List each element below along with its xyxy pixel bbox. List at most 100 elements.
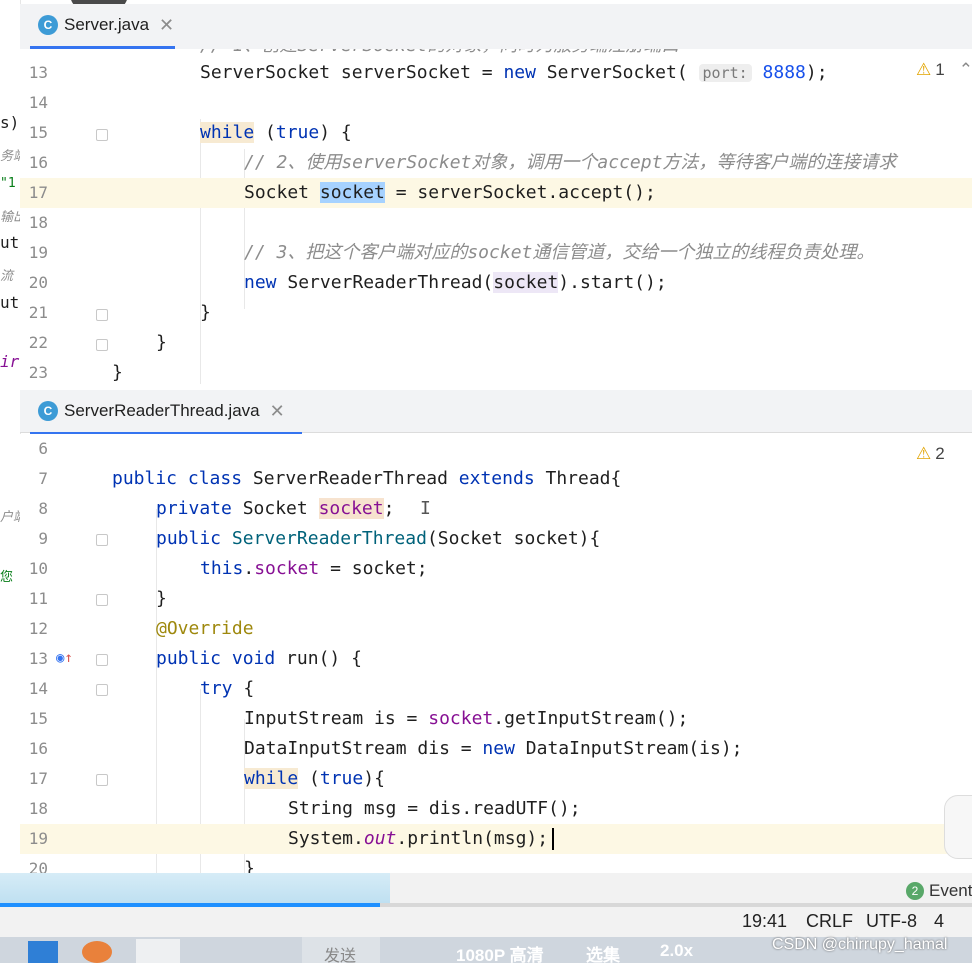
left-fragment: 务端 <box>0 149 20 164</box>
code-line: 14 try { <box>20 674 972 704</box>
code-line: 9 public ServerReaderThread(Socket socke… <box>20 524 972 554</box>
line-number: 6 <box>38 439 48 458</box>
tab-server-reader-thread-java[interactable]: C ServerReaderThread.java ✕ <box>30 390 302 435</box>
code-text: run() { <box>275 648 362 669</box>
param-hint: port: <box>698 64 752 82</box>
line-number: 16 <box>28 739 48 758</box>
line-number: 16 <box>28 153 48 172</box>
send-button[interactable]: 发送 <box>302 937 380 965</box>
code-text: } <box>156 588 167 609</box>
fold-marker[interactable] <box>96 534 108 546</box>
code-text: socket <box>493 272 559 293</box>
code-text: DataInputStream(is); <box>514 738 743 759</box>
field: socket <box>254 558 320 579</box>
code-text: .println(msg); <box>396 828 549 849</box>
line-number: 10 <box>28 559 48 578</box>
code-text: .getInputStream(); <box>493 708 689 729</box>
fold-marker[interactable] <box>96 594 108 606</box>
tab-server-java[interactable]: C Server.java ✕ <box>30 4 182 49</box>
line-separator[interactable]: CRLF <box>806 911 853 932</box>
line-number: 20 <box>28 859 48 873</box>
caret-position[interactable]: 19:41 <box>742 911 787 932</box>
episodes-button[interactable]: 选集 <box>586 941 620 966</box>
fold-marker[interactable] <box>96 309 108 321</box>
line-number: 22 <box>28 333 48 352</box>
file-encoding[interactable]: UTF-8 <box>866 911 917 932</box>
bottom-code-editor[interactable]: 6 ⚠ 2 7 public class ServerReaderThread e… <box>20 434 972 873</box>
left-fragment: ir <box>0 352 20 371</box>
code-text: } <box>244 858 255 873</box>
keyword: while <box>200 122 255 143</box>
text-cursor-icon: I <box>420 498 431 519</box>
keyword: new <box>482 738 515 759</box>
windows-icon[interactable] <box>28 941 58 963</box>
code-line: 12 @Override <box>20 614 972 644</box>
code-line: 17 while (true){ <box>20 764 972 794</box>
close-icon[interactable]: ✕ <box>159 15 174 36</box>
tab-label: ServerReaderThread.java <box>64 401 260 420</box>
app-icon[interactable] <box>136 939 180 963</box>
code-line: 15 while (true) { <box>20 118 972 148</box>
fold-marker[interactable] <box>96 654 108 666</box>
bottom-editor-tabbar: C ServerReaderThread.java ✕ <box>20 390 972 435</box>
code-line: 16 // 2、使用serverSocket对象，调用一个accept方法，等待… <box>20 148 972 178</box>
line-number: 17 <box>28 183 48 202</box>
event-log-button[interactable]: 2 Event <box>906 881 972 901</box>
code-line: 22 } <box>20 328 972 358</box>
fold-marker[interactable] <box>96 129 108 141</box>
code-text: ( <box>254 122 276 143</box>
code-text: ServerSocket serverSocket = <box>200 62 504 83</box>
line-number: 15 <box>28 709 48 728</box>
fold-marker[interactable] <box>96 684 108 696</box>
speed-button[interactable]: 2.0x <box>660 941 693 961</box>
warnings-indicator[interactable]: ⚠ 1 ⌃ <box>916 60 972 80</box>
chevron-up-icon[interactable]: ⌃ <box>959 60 972 80</box>
line-number: 12 <box>28 619 48 638</box>
line-number: 17 <box>28 769 48 788</box>
code-text: ); <box>805 62 828 83</box>
code-line: 23 } <box>20 358 972 388</box>
keyword: private <box>156 498 232 519</box>
floating-side-button[interactable] <box>944 795 972 859</box>
line-number: 21 <box>28 303 48 322</box>
code-line: 16 DataInputStream dis = new DataInputSt… <box>20 734 972 764</box>
line-number: 11 <box>28 589 48 608</box>
override-gutter-icon[interactable]: ◉↑ <box>56 650 73 666</box>
ide-status-bar: 19:41 CRLF UTF-8 4 spa <box>0 907 972 952</box>
code-text: Socket <box>244 182 320 203</box>
line-number: 15 <box>28 123 48 142</box>
code-text: ){ <box>363 768 385 789</box>
send-label: 发送 <box>324 948 357 965</box>
line-number: 20 <box>28 273 48 292</box>
left-fragment: 户端 <box>0 510 20 525</box>
fold-marker[interactable] <box>96 774 108 786</box>
line-number: 14 <box>28 93 48 112</box>
code-text: } <box>156 332 167 353</box>
code-text: } <box>200 302 211 323</box>
code-text: String msg = dis.readUTF(); <box>288 798 581 819</box>
code-line: 18 <box>20 208 972 238</box>
warning-count: 1 <box>935 60 945 79</box>
top-code-editor[interactable]: // 1、创建ServerSocket的对象，同时为服务端注册端口 13 Ser… <box>20 49 972 390</box>
keyword: new <box>244 272 277 293</box>
fold-marker[interactable] <box>96 339 108 351</box>
code-text: . <box>243 558 255 579</box>
code-text: ; <box>383 498 395 519</box>
code-line: 11 } <box>20 584 972 614</box>
line-number: 23 <box>28 363 48 382</box>
left-fragment: ut <box>0 233 20 252</box>
code-text: (Socket socket){ <box>426 528 601 549</box>
line-number: 9 <box>38 529 48 548</box>
app-icon[interactable] <box>82 941 112 963</box>
code-line: 10 this.socket = socket; <box>20 554 972 584</box>
code-line: 19 // 3、把这个客户端对应的socket通信管道，交给一个独立的线程负责处… <box>20 238 972 268</box>
left-fragment: s) <box>0 113 20 132</box>
warnings-indicator[interactable]: ⚠ 2 <box>916 444 945 464</box>
quality-button[interactable]: 1080P 高清 <box>456 941 544 966</box>
line-number: 19 <box>28 243 48 262</box>
close-icon[interactable]: ✕ <box>270 401 285 422</box>
static-field: out <box>363 828 397 849</box>
keyword: public void <box>156 648 276 669</box>
code-text: = socket; <box>319 558 428 579</box>
keyword: while <box>244 768 299 789</box>
